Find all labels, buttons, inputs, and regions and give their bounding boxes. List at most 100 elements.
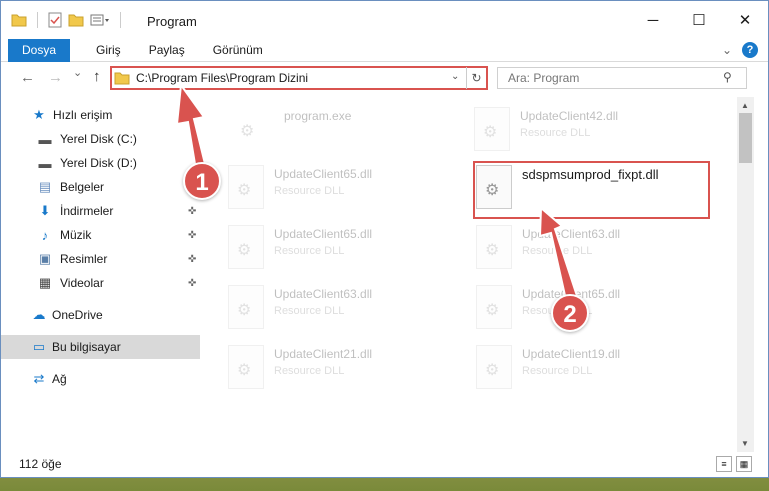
callout-badge: 2	[551, 294, 589, 332]
selected-file-highlight	[473, 161, 710, 219]
file-name: UpdateClient65.dll	[274, 227, 373, 241]
maximize-button[interactable]: ☐	[676, 1, 722, 39]
file-item[interactable]: ⚙ UpdateClient19.dll Resource DLL	[476, 341, 706, 393]
file-item[interactable]: ⚙ UpdateClient65.dll Resource DLL	[228, 161, 458, 213]
file-type: Resource DLL	[274, 245, 345, 257]
sidebar-item-documents[interactable]: ▤ Belgeler	[1, 175, 200, 199]
sidebar-item-pictures[interactable]: ▣ Resimler ✜	[1, 247, 200, 271]
file-name: UpdateClient19.dll	[522, 347, 621, 361]
dll-file-icon: ⚙	[228, 165, 264, 209]
address-dropdown-icon[interactable]: ⌄	[451, 71, 459, 82]
file-item[interactable]: ⚙ UpdateClient21.dll Resource DLL	[228, 341, 458, 393]
sidebar-item-label: Ağ	[52, 372, 67, 386]
dll-file-icon: ⚙	[476, 345, 512, 389]
file-item[interactable]: ⚙ UpdateClient63.dll Resource DLL	[476, 221, 706, 273]
up-button[interactable]: ↑	[93, 68, 101, 85]
scroll-down-icon[interactable]: ▼	[741, 439, 749, 448]
help-icon[interactable]: ?	[742, 42, 758, 58]
details-view-icon[interactable]: ≡	[716, 456, 732, 472]
sidebar-item-this-pc[interactable]: ▭ Bu bilgisayar	[1, 335, 200, 359]
minimize-button[interactable]: ─	[630, 1, 676, 39]
scrollbar-thumb[interactable]	[739, 113, 752, 163]
pin-icon[interactable]: ✜	[188, 206, 196, 217]
dll-file-icon: ⚙	[474, 107, 510, 151]
file-item[interactable]: ⚙ UpdateClient63.dll Resource DLL	[228, 281, 458, 333]
folder-icon	[114, 72, 130, 85]
gear-icon: ⚙	[485, 242, 500, 259]
sidebar-item-local-disk-c[interactable]: ▬ Yerel Disk (C:)	[1, 127, 200, 151]
sidebar-item-network[interactable]: ⇄ Ağ	[1, 367, 200, 391]
pin-icon[interactable]: ✜	[188, 230, 196, 241]
properties-icon[interactable]	[48, 12, 62, 28]
sidebar-item-quick-access[interactable]: ★ Hızlı erişim	[1, 103, 200, 127]
dll-file-icon: ⚙	[476, 225, 512, 269]
music-icon: ♪	[41, 227, 49, 243]
forward-button[interactable]: →	[48, 69, 63, 86]
sidebar-item-onedrive[interactable]: ☁ OneDrive	[1, 303, 200, 327]
file-type: Resource DLL	[274, 365, 345, 377]
tab-file[interactable]: Dosya	[8, 38, 71, 62]
pin-icon[interactable]: ✜	[188, 254, 196, 265]
sidebar-item-music[interactable]: ♪ Müzik ✜	[1, 223, 200, 247]
gear-icon: ⚙	[237, 182, 252, 199]
refresh-button[interactable]: ↻	[466, 67, 486, 89]
sidebar-item-label: Yerel Disk (C:)	[60, 132, 137, 146]
tab-view[interactable]: Görünüm	[199, 39, 277, 62]
file-item[interactable]: ⚙ program.exe	[232, 103, 462, 155]
gear-icon: ⚙	[485, 362, 500, 379]
item-count: 112 öğe	[19, 457, 62, 471]
scroll-up-icon[interactable]: ▲	[741, 101, 749, 110]
new-folder-icon[interactable]	[68, 13, 84, 27]
file-name: UpdateClient42.dll	[520, 109, 619, 123]
sidebar-item-videos[interactable]: ▦ Videolar ✜	[1, 271, 200, 295]
star-icon: ★	[33, 107, 45, 122]
gear-icon: ⚙	[485, 302, 500, 319]
file-type: Resource DLL	[522, 365, 593, 377]
gear-icon: ⚙	[237, 242, 252, 259]
quick-access-toolbar	[11, 12, 125, 28]
network-icon: ⇄	[33, 371, 45, 386]
folder-icon[interactable]	[11, 13, 27, 27]
sidebar-item-label: Müzik	[60, 228, 92, 242]
search-placeholder: Ara: Program	[508, 71, 580, 85]
file-type: Resource DLL	[274, 305, 345, 317]
file-item[interactable]: ⚙ UpdateClient65.dll Resource DLL	[228, 221, 458, 273]
address-bar[interactable]: C:\Program Files\Program Dizini	[114, 69, 464, 87]
sidebar-item-label: OneDrive	[52, 308, 103, 322]
file-type: Resource DLL	[522, 245, 593, 257]
status-bar: 112 öğe ≡ ▦	[1, 453, 768, 477]
sidebar-item-local-disk-d[interactable]: ▬ Yerel Disk (D:)	[1, 151, 200, 175]
file-name: UpdateClient63.dll	[522, 227, 621, 241]
file-name: UpdateClient63.dll	[274, 287, 373, 301]
sidebar-item-downloads[interactable]: ⬇ İndirmeler ✜	[1, 199, 200, 223]
gear-icon: ⚙	[237, 302, 252, 319]
drive-icon: ▬	[38, 131, 52, 147]
customize-icon[interactable]	[90, 13, 110, 27]
title-bar: Program ─ ☐ ✕	[1, 1, 768, 39]
vertical-scrollbar[interactable]: ▲ ▼	[737, 97, 754, 452]
address-path[interactable]: C:\Program Files\Program Dizini	[136, 71, 308, 85]
recent-locations-icon[interactable]: ⌄	[73, 66, 82, 79]
drive-icon: ▬	[38, 155, 52, 171]
picture-icon: ▣	[38, 251, 52, 266]
download-icon: ⬇	[39, 203, 51, 218]
tab-share[interactable]: Paylaş	[135, 39, 199, 62]
sidebar-item-label: Resimler	[60, 252, 108, 266]
search-icon[interactable]: ⚲	[723, 70, 732, 84]
file-name: program.exe	[284, 109, 352, 123]
exe-file-icon: ⚙	[232, 107, 268, 151]
file-item[interactable]: ⚙ UpdateClient42.dll Resource DLL	[474, 103, 704, 155]
sidebar-item-label: İndirmeler	[60, 204, 114, 218]
ribbon-expand-icon[interactable]: ⌄	[722, 43, 732, 57]
sidebar-item-label: Belgeler	[60, 180, 105, 194]
close-button[interactable]: ✕	[722, 1, 768, 39]
pin-icon[interactable]: ✜	[188, 278, 196, 289]
ribbon-tabs: Dosya Giriş Paylaş Görünüm ⌄ ?	[1, 38, 768, 62]
tab-home[interactable]: Giriş	[82, 39, 135, 62]
sidebar-item-label: Hızlı erişim	[53, 108, 113, 122]
video-icon: ▦	[38, 275, 52, 290]
large-icons-view-icon[interactable]: ▦	[736, 456, 752, 472]
file-name: UpdateClient21.dll	[274, 347, 373, 361]
file-item[interactable]: ⚙ UpdateClient65.dll Resource DLL	[476, 281, 706, 333]
back-button[interactable]: ←	[20, 69, 35, 86]
